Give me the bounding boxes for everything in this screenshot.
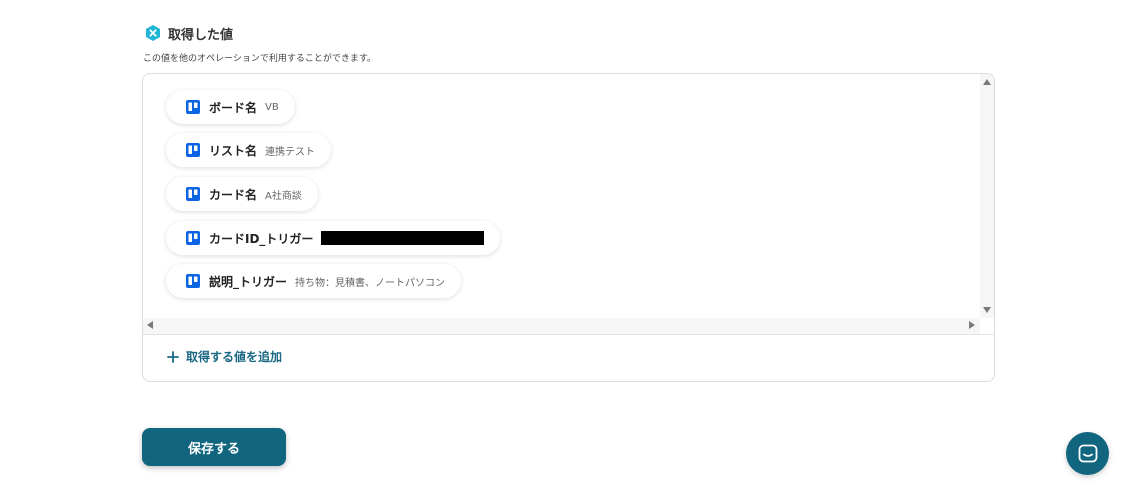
trello-icon [186,187,200,201]
value-chip-label: 説明_トリガー [209,274,288,289]
section-header: 取得した値 [144,22,233,44]
trello-icon [186,100,200,114]
scroll-left-arrow-icon[interactable] [147,321,153,329]
horizontal-scrollbar[interactable] [143,318,980,334]
value-chip-card-id-trigger[interactable]: カードID_トリガー [166,221,501,255]
value-chip-label: カード名 [209,187,258,202]
value-chip-list-name[interactable]: リスト名 連携テスト [166,133,332,167]
scroll-right-arrow-icon[interactable] [969,321,975,329]
scroll-down-arrow-icon[interactable] [983,307,991,313]
section-title: 取得した値 [168,27,234,43]
section-description: この値を他のオペレーションで利用することができます。 [143,54,376,64]
chat-button[interactable] [1066,432,1109,475]
value-chip-card-name[interactable]: カード名 A社商談 [166,177,318,211]
value-chip-value: 持ち物：見積書、ノートパソコン [295,277,446,289]
value-chip-label: カードID_トリガー [209,231,314,246]
values-box: ボード名 VB リスト名 連携テスト カード名 A社商談 カードID_トリガー … [142,73,995,382]
value-chip-label: ボード名 [209,100,258,115]
value-chip-value: A社商談 [265,190,302,202]
save-button[interactable]: 保存する [142,428,286,466]
values-scroll-area[interactable]: ボード名 VB リスト名 連携テスト カード名 A社商談 カードID_トリガー … [143,74,994,335]
value-chip-label: リスト名 [209,143,258,158]
redacted-value [321,231,485,245]
value-chip-board-name[interactable]: ボード名 VB [166,90,295,124]
trello-icon [186,274,200,288]
value-chip-description-trigger[interactable]: 説明_トリガー 持ち物：見積書、ノートパソコン [166,264,462,298]
add-value-label: 取得する値を追加 [186,350,283,364]
chat-bubble-icon [1077,443,1099,465]
trello-icon [186,143,200,157]
trello-icon [186,231,200,245]
section-icon [144,24,162,42]
add-value-button[interactable]: 取得する値を追加 [167,348,282,365]
value-chip-value: VB [265,101,279,113]
vertical-scrollbar[interactable] [980,74,994,318]
plus-icon [167,350,179,363]
value-chip-value: 連携テスト [265,146,316,158]
scroll-up-arrow-icon[interactable] [983,79,991,85]
